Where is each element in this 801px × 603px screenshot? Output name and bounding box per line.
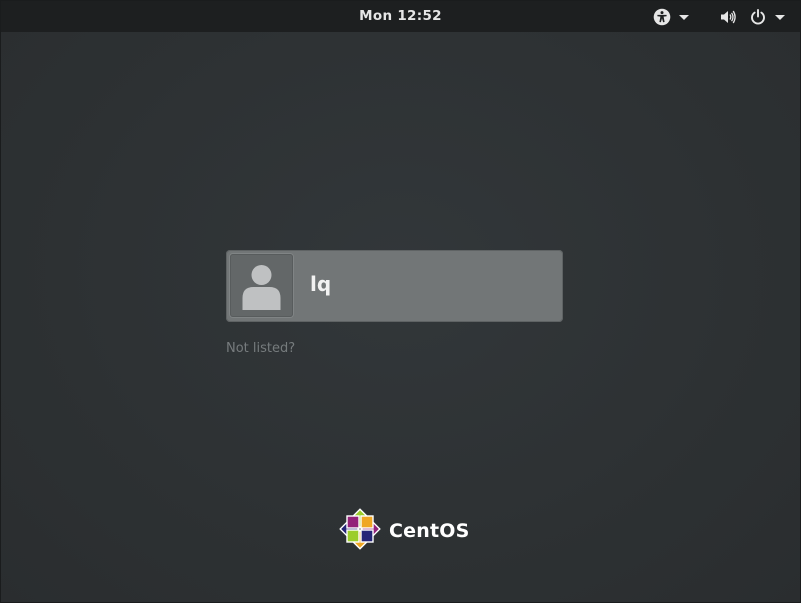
not-listed-link[interactable]: Not listed? [226,341,295,356]
user-name: lq [310,272,332,296]
centos-logo-icon [338,507,382,555]
system-menu[interactable] [719,7,785,27]
logo-text: CentOS [389,520,470,542]
accessibility-icon [653,8,671,26]
user-list-item[interactable]: lq [226,250,563,322]
volume-icon [719,8,737,26]
user-avatar-icon [230,254,293,317]
chevron-down-icon [679,14,689,20]
chevron-down-icon [775,14,785,20]
login-screen: Mon 12:52 lq Not listed? CentOS [0,0,801,603]
accessibility-menu[interactable] [653,7,689,27]
power-icon [749,8,767,26]
top-bar: Mon 12:52 [1,1,800,32]
centos-logo: CentOS [338,507,470,555]
